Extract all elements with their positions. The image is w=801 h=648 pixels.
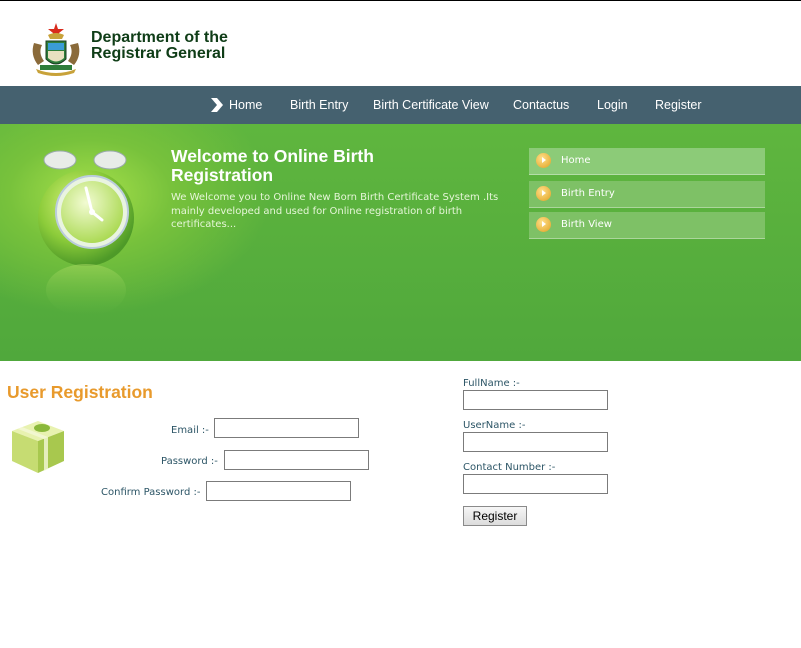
side-menu-label: Home — [561, 155, 591, 166]
page-title: User Registration — [7, 382, 153, 402]
email-field[interactable] — [214, 418, 359, 438]
confirm-password-field[interactable] — [206, 481, 351, 501]
arrow-bullet-icon — [536, 186, 551, 201]
site-header: Department of the Registrar General — [0, 1, 801, 86]
fullname-label: FullName :- — [463, 378, 520, 389]
password-field[interactable] — [224, 450, 369, 470]
chevron-right-icon — [211, 98, 223, 112]
email-label: Email :- — [171, 425, 209, 436]
side-menu-birth-entry[interactable]: Birth Entry — [529, 181, 765, 208]
side-menu-birth-view[interactable]: Birth View — [529, 212, 765, 239]
alarm-clock-icon — [38, 150, 134, 316]
welcome-text: We Welcome you to Online New Born Birth … — [171, 192, 499, 230]
contact-number-label: Contact Number :- — [463, 462, 556, 473]
welcome-title: Welcome to Online Birth Registration — [171, 146, 374, 185]
register-button[interactable]: Register — [463, 506, 527, 526]
side-menu-label: Birth Entry — [561, 188, 615, 199]
nav-register[interactable]: Register — [655, 86, 702, 124]
fullname-field[interactable] — [463, 390, 608, 410]
nav-birth-certificate-view[interactable]: Birth Certificate View — [373, 86, 489, 124]
nav-contactus[interactable]: Contactus — [513, 86, 569, 124]
department-title: Department of the Registrar General — [91, 29, 228, 62]
nav-login[interactable]: Login — [597, 86, 628, 124]
side-menu-label: Birth View — [561, 219, 612, 230]
nav-home[interactable]: Home — [229, 86, 262, 124]
contact-number-field[interactable] — [463, 474, 608, 494]
confirm-password-label: Confirm Password :- — [101, 487, 201, 498]
nav-birth-entry[interactable]: Birth Entry — [290, 86, 348, 124]
arrow-bullet-icon — [536, 153, 551, 168]
password-label: Password :- — [161, 456, 218, 467]
gift-box-icon — [12, 421, 64, 473]
coat-of-arms-icon — [32, 23, 80, 76]
username-field[interactable] — [463, 432, 608, 452]
main-nav: Home Birth Entry Birth Certificate View … — [0, 86, 801, 124]
username-label: UserName :- — [463, 420, 526, 431]
side-menu-home[interactable]: Home — [529, 148, 765, 175]
arrow-bullet-icon — [536, 217, 551, 232]
